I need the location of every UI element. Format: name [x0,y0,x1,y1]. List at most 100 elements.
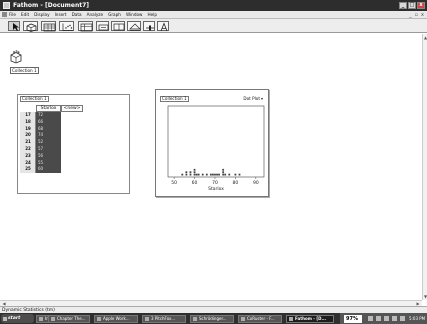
model-icon [129,23,141,31]
doc-close-button[interactable]: x [421,12,424,18]
table-cell[interactable]: 60 [36,166,61,174]
collection-box-icon [26,23,37,32]
table-cell[interactable]: 72 [36,112,61,119]
start-button[interactable]: start [1,314,34,323]
menu-edit[interactable]: Edit [21,12,29,17]
data-point[interactable] [228,173,231,176]
tray-app-icon[interactable] [376,316,381,321]
table-cell[interactable]: 74 [36,132,61,140]
taskbar-item-active[interactable]: Fathom - [D... [286,314,334,323]
graph-type-dropdown[interactable]: Dot Plot [243,96,263,101]
menu-graph[interactable]: Graph [108,12,121,17]
model-tool[interactable] [127,21,141,31]
minimize-button[interactable]: _ [399,2,407,9]
data-point[interactable] [181,173,184,176]
test-tool[interactable] [111,21,125,31]
data-point[interactable] [209,173,212,176]
data-point[interactable] [222,171,225,174]
case-number[interactable]: 24 [20,160,36,167]
tray-app-icon[interactable] [400,316,405,321]
text-tool[interactable] [157,21,169,32]
network-icon[interactable] [392,316,397,321]
zoom-level[interactable]: 97% [344,314,362,323]
document-icon[interactable] [2,12,7,17]
taskbar-item[interactable]: Schrödinger... [190,314,234,323]
table-cell[interactable]: 56 [36,152,61,160]
case-table[interactable]: Collection 1 Starlox <new> 17 72 18 66 19 68 2… [17,94,130,194]
attribute-header-starlox[interactable]: Starlox [36,105,61,112]
data-point[interactable] [197,173,200,176]
maximize-button[interactable]: □ [408,2,416,9]
new-attribute-header[interactable]: <new> [61,105,83,112]
tray-app-icon[interactable] [368,316,373,321]
taskbar-item[interactable]: Chapter The... [48,314,90,323]
data-point[interactable] [224,173,227,176]
menu-file[interactable]: File [9,12,16,17]
data-point[interactable] [212,173,214,176]
fathom-app-icon[interactable] [3,2,10,9]
table-cell[interactable]: 66 [36,118,61,126]
table-cell[interactable]: 52 [36,139,61,146]
data-point[interactable] [185,173,188,176]
data-point[interactable] [185,171,188,174]
case-number[interactable]: 25 [20,166,36,173]
summary-table-tool[interactable] [78,21,93,32]
case-number[interactable]: 21 [20,139,36,146]
menu-display[interactable]: Display [34,12,49,17]
data-point[interactable] [193,173,196,176]
data-point[interactable] [216,173,218,176]
data-point[interactable] [189,171,192,174]
data-point[interactable] [205,173,208,176]
case-number[interactable]: 18 [20,119,36,126]
case-table-collection-name[interactable]: Collection 1 [20,96,49,102]
data-point[interactable] [222,173,225,176]
collection-box-icon[interactable] [9,49,23,64]
table-cell[interactable]: 68 [36,125,61,133]
data-point[interactable] [214,173,216,176]
data-point[interactable] [195,173,198,176]
graph-tool[interactable] [59,21,74,31]
doc-minimize-button[interactable]: _ [409,12,412,18]
graph-collection-name[interactable]: Collection 1 [160,96,189,102]
collection-name-label[interactable]: Collection 1 [10,67,39,74]
table-tool[interactable] [41,21,56,32]
collection-tool[interactable] [23,21,38,32]
vertical-scrollbar[interactable]: ▲ ▼ [422,34,427,300]
taskbar-item[interactable]: 3 PitchFox... [142,314,186,323]
data-point[interactable] [218,173,220,176]
scroll-up-arrow-icon[interactable]: ▲ [423,35,427,40]
data-point[interactable] [238,173,241,176]
case-number[interactable]: 19 [20,126,36,133]
x-axis-label[interactable]: Starlox [208,186,224,192]
taskbar-item[interactable]: Apple Work... [94,314,138,323]
data-point[interactable] [189,173,192,176]
case-number[interactable]: 23 [20,153,36,160]
system-tray: 97% 5:03 PM [340,313,427,324]
data-point[interactable] [222,168,225,171]
menu-data[interactable]: Data [72,12,82,17]
data-point[interactable] [234,173,237,176]
slider-icon [146,25,154,31]
taskbar-item[interactable]: CoRuster - F... [238,314,282,323]
table-cell[interactable]: 55 [36,159,61,167]
table-cell[interactable]: 57 [36,146,61,153]
dot-plot[interactable]: 50 60 70 80 90 Starlox [156,104,268,196]
doc-restore-button[interactable]: ▫ [415,12,418,18]
graph-window[interactable]: Collection 1 Dot Plot 50 60 70 80 90 Starlox [155,89,269,197]
menu-help[interactable]: Help [147,12,157,17]
case-number[interactable]: 17 [20,112,36,119]
slider-tool[interactable] [143,21,155,31]
data-point[interactable] [201,173,204,176]
menu-analyze[interactable]: Analyze [87,12,104,17]
close-button[interactable]: x [417,2,425,9]
scroll-down-arrow-icon[interactable]: ▼ [423,294,427,299]
data-point[interactable] [193,168,196,171]
data-point[interactable] [193,171,196,174]
pointer-tool[interactable] [8,21,20,31]
volume-icon[interactable] [384,316,389,321]
menu-insert[interactable]: Insert [55,12,67,17]
estimate-tool[interactable] [96,21,109,31]
menu-window[interactable]: Window [126,12,143,17]
case-number[interactable]: 20 [20,132,36,139]
case-number[interactable]: 22 [20,146,36,153]
